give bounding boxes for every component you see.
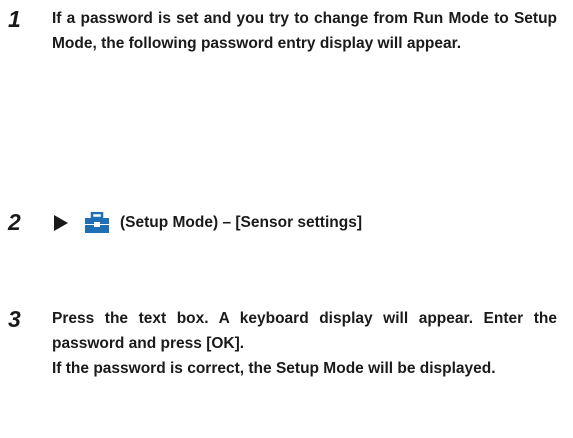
step-number: 1	[8, 6, 21, 32]
toolbox-icon	[85, 211, 109, 233]
step-text: Press the text box. A keyboard display w…	[52, 306, 557, 381]
step-2-line: (Setup Mode) – [Sensor settings]	[52, 210, 362, 235]
step-2-instruction: (Setup Mode) – [Sensor settings]	[120, 214, 362, 231]
step-1-instruction: If a password is set and you try to chan…	[52, 10, 557, 52]
step-text: If a password is set and you try to chan…	[52, 6, 557, 56]
step-number: 2	[8, 209, 21, 235]
step-3-result: If the password is correct, the Setup Mo…	[52, 360, 496, 377]
step-number: 3	[8, 306, 21, 332]
play-arrow-icon	[54, 214, 68, 231]
step-3-instruction: Press the text box. A keyboard display w…	[52, 310, 557, 352]
